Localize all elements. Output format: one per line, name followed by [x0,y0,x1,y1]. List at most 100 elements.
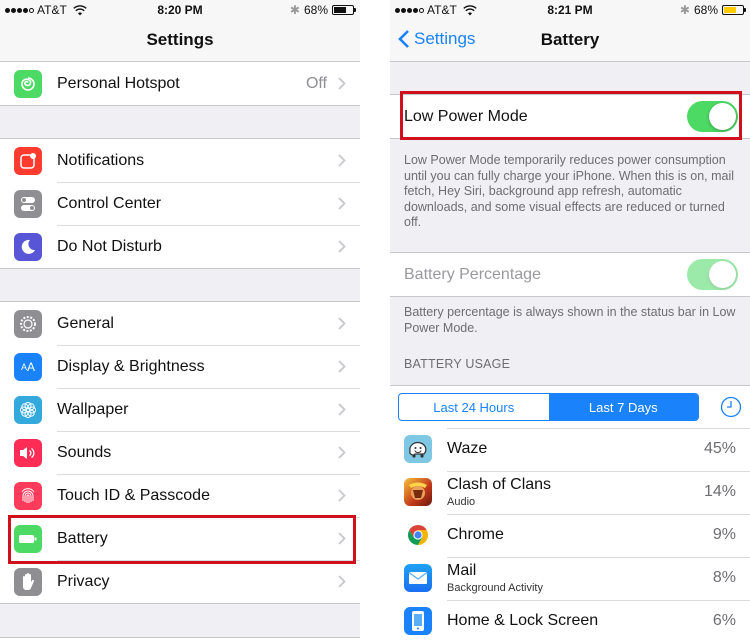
settings-row-label: General [57,314,114,332]
usage-app-name: Home & Lock Screen [447,612,599,629]
chevron-right-icon [338,154,346,167]
navigation-bar: AT&T 8:20 PM ✱ 68% Settings [0,0,360,62]
chevron-right-icon [338,489,346,502]
settings-row-label: Wallpaper [57,400,129,418]
settings-row-label: Display & Brightness [57,357,205,375]
settings-row-touch-id-passcode[interactable]: Touch ID & Passcode [0,474,360,517]
settings-row-general[interactable]: General [0,302,360,345]
control-center-icon [14,189,42,218]
low-power-mode-toggle[interactable] [687,101,738,132]
settings-row-label: Touch ID & Passcode [57,486,210,504]
usage-app-name: Waze [447,440,488,457]
usage-row[interactable]: Chrome 9% [390,514,750,557]
usage-app-name: Mail [447,562,477,579]
usage-app-name: Chrome [447,526,504,543]
usage-percent: 6% [712,612,736,629]
settings-row-label: Battery [57,529,108,547]
section-divider [0,603,360,604]
chevron-right-icon [338,197,346,210]
low-power-mode-row: Low Power Mode [390,95,750,138]
chevron-right-icon [338,446,346,459]
toggle-knob [709,261,736,288]
settings-row-sounds[interactable]: Sounds [0,431,360,474]
bluetooth-icon: ✱ [679,3,690,17]
usage-app-name: Clash of Clans [447,476,552,493]
battery-percentage-text: 68% [303,3,328,17]
chevron-right-icon [338,317,346,330]
settings-row-display-brightness[interactable]: AA Display & Brightness [0,345,360,388]
settings-group-network: Personal Hotspot Off [0,61,360,106]
segment-last-7-days[interactable]: Last 7 Days [548,394,698,420]
text-size-icon: AA [14,352,42,381]
settings-group-general: General AA Display & Brightness Wallpape… [0,301,360,603]
usage-row[interactable]: Clash of Clans Audio 14% [390,471,750,514]
home-lock-screen-icon [404,607,432,635]
hand-icon [14,567,42,596]
battery-screen: AT&T 8:21 PM ✱ 68% Settings Battery Low … [390,0,750,640]
low-power-mode-description: Low Power Mode temporarily reduces power… [404,153,735,229]
settings-row-control-center[interactable]: Control Center [0,182,360,225]
status-battery-icon [722,5,746,15]
battery-usage-header: BATTERY USAGE [404,357,511,371]
wallpaper-icon [14,395,42,424]
settings-row-wallpaper[interactable]: Wallpaper [0,388,360,431]
status-bar: AT&T 8:21 PM ✱ 68% [390,0,750,20]
settings-row-label: Personal Hotspot [57,74,180,92]
chevron-right-icon [338,403,346,416]
settings-row-detail: Off [305,74,327,92]
usage-row[interactable]: Home & Lock Screen 6% [390,600,750,640]
mail-icon [404,564,432,592]
low-power-group: Low Power Mode [390,94,750,139]
battery-percentage-text: 68% [693,3,718,17]
usage-row[interactable]: Mail Background Activity 8% [390,557,750,600]
usage-percent: 9% [712,526,736,543]
clash-of-clans-icon [404,478,432,506]
page-title: Settings [146,30,214,49]
usage-percent: 8% [712,569,736,586]
settings-row-battery[interactable]: Battery [0,517,360,560]
settings-row-label: Control Center [57,194,162,212]
battery-icon [14,524,42,553]
settings-row-privacy[interactable]: Privacy [0,560,360,603]
segment-last-24-hours[interactable]: Last 24 Hours [399,394,549,420]
battery-percentage-toggle[interactable] [687,259,738,290]
gear-icon [14,309,42,338]
chevron-right-icon [338,575,346,588]
navigation-bar: AT&T 8:21 PM ✱ 68% Settings Battery [390,0,750,62]
toggle-knob [709,103,736,130]
settings-row-do-not-disturb[interactable]: Do Not Disturb [0,225,360,268]
low-power-mode-label: Low Power Mode [404,107,528,125]
speaker-icon [14,438,42,467]
fingerprint-icon [14,481,42,510]
battery-usage-list: Waze 45% Clash of Clans Audio 14% Chrome… [390,428,750,640]
settings-row-label: Notifications [57,151,145,169]
usage-percent: 14% [703,483,736,500]
settings-row-notifications[interactable]: Notifications [0,139,360,182]
battery-percentage-group: Battery Percentage [390,252,750,297]
chevron-right-icon [338,360,346,373]
status-right: ✱ 68% [679,3,746,17]
page-title: Battery [540,30,600,49]
usage-percent: 45% [703,440,736,457]
usage-app-detail: Audio [447,496,476,508]
settings-row-label: Sounds [57,443,112,461]
chevron-right-icon [338,77,346,90]
settings-row-label: Privacy [57,572,110,590]
usage-period-segmented-control: Last 24 Hours Last 7 Days [398,393,699,421]
usage-row[interactable]: Waze 45% [390,428,750,471]
hotspot-icon [14,69,42,98]
usage-period-bar: Last 24 Hours Last 7 Days [390,385,750,428]
bluetooth-icon: ✱ [289,3,300,17]
battery-percentage-row: Battery Percentage [390,253,750,296]
settings-screen: AT&T 8:20 PM ✱ 68% Settings Personal Hot… [0,0,360,640]
waze-icon [404,435,432,463]
battery-percentage-label: Battery Percentage [404,265,541,283]
clock-icon[interactable] [720,396,742,418]
moon-icon [14,232,42,261]
settings-group-notifications: Notifications Control Center Do Not Dist… [0,138,360,269]
chevron-right-icon [338,240,346,253]
settings-row-personal-hotspot[interactable]: Personal Hotspot Off [0,62,360,105]
status-right: ✱ 68% [289,3,356,17]
status-battery-icon [332,5,356,15]
settings-row-label: Do Not Disturb [57,237,162,255]
